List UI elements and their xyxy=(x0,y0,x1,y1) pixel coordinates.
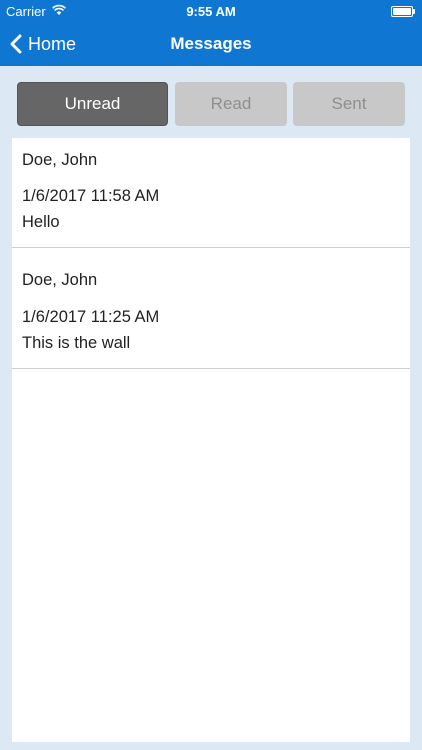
message-filter-tabs: Unread Read Sent xyxy=(17,82,407,128)
nav-bar: Home Messages xyxy=(0,22,422,66)
battery-icon xyxy=(391,6,415,17)
message-body: Hello xyxy=(22,213,60,231)
message-body: This is the wall xyxy=(22,334,131,352)
tab-read[interactable]: Read xyxy=(175,82,287,126)
tab-sent[interactable]: Sent xyxy=(293,82,405,126)
back-button[interactable]: Home xyxy=(10,22,76,66)
chevron-left-icon xyxy=(10,34,22,54)
message-list-item[interactable]: Doe, John 1/6/2017 11:25 AM This is the … xyxy=(12,248,410,369)
status-time: 9:55 AM xyxy=(186,4,236,19)
tab-unread[interactable]: Unread xyxy=(17,82,168,126)
message-date: 1/6/2017 11:25 AM xyxy=(22,308,160,326)
app-header: Carrier 9:55 AM Home Messages xyxy=(0,0,422,66)
back-button-label: Home xyxy=(28,33,77,54)
message-date: 1/6/2017 11:58 AM xyxy=(22,187,160,205)
message-list: Doe, John 1/6/2017 11:58 AM Hello Doe, J… xyxy=(12,138,410,742)
status-bar: Carrier 9:55 AM xyxy=(0,0,422,22)
message-sender: Doe, John xyxy=(22,151,98,169)
message-sender: Doe, John xyxy=(22,271,98,289)
message-list-item[interactable]: Doe, John 1/6/2017 11:58 AM Hello xyxy=(12,138,410,248)
